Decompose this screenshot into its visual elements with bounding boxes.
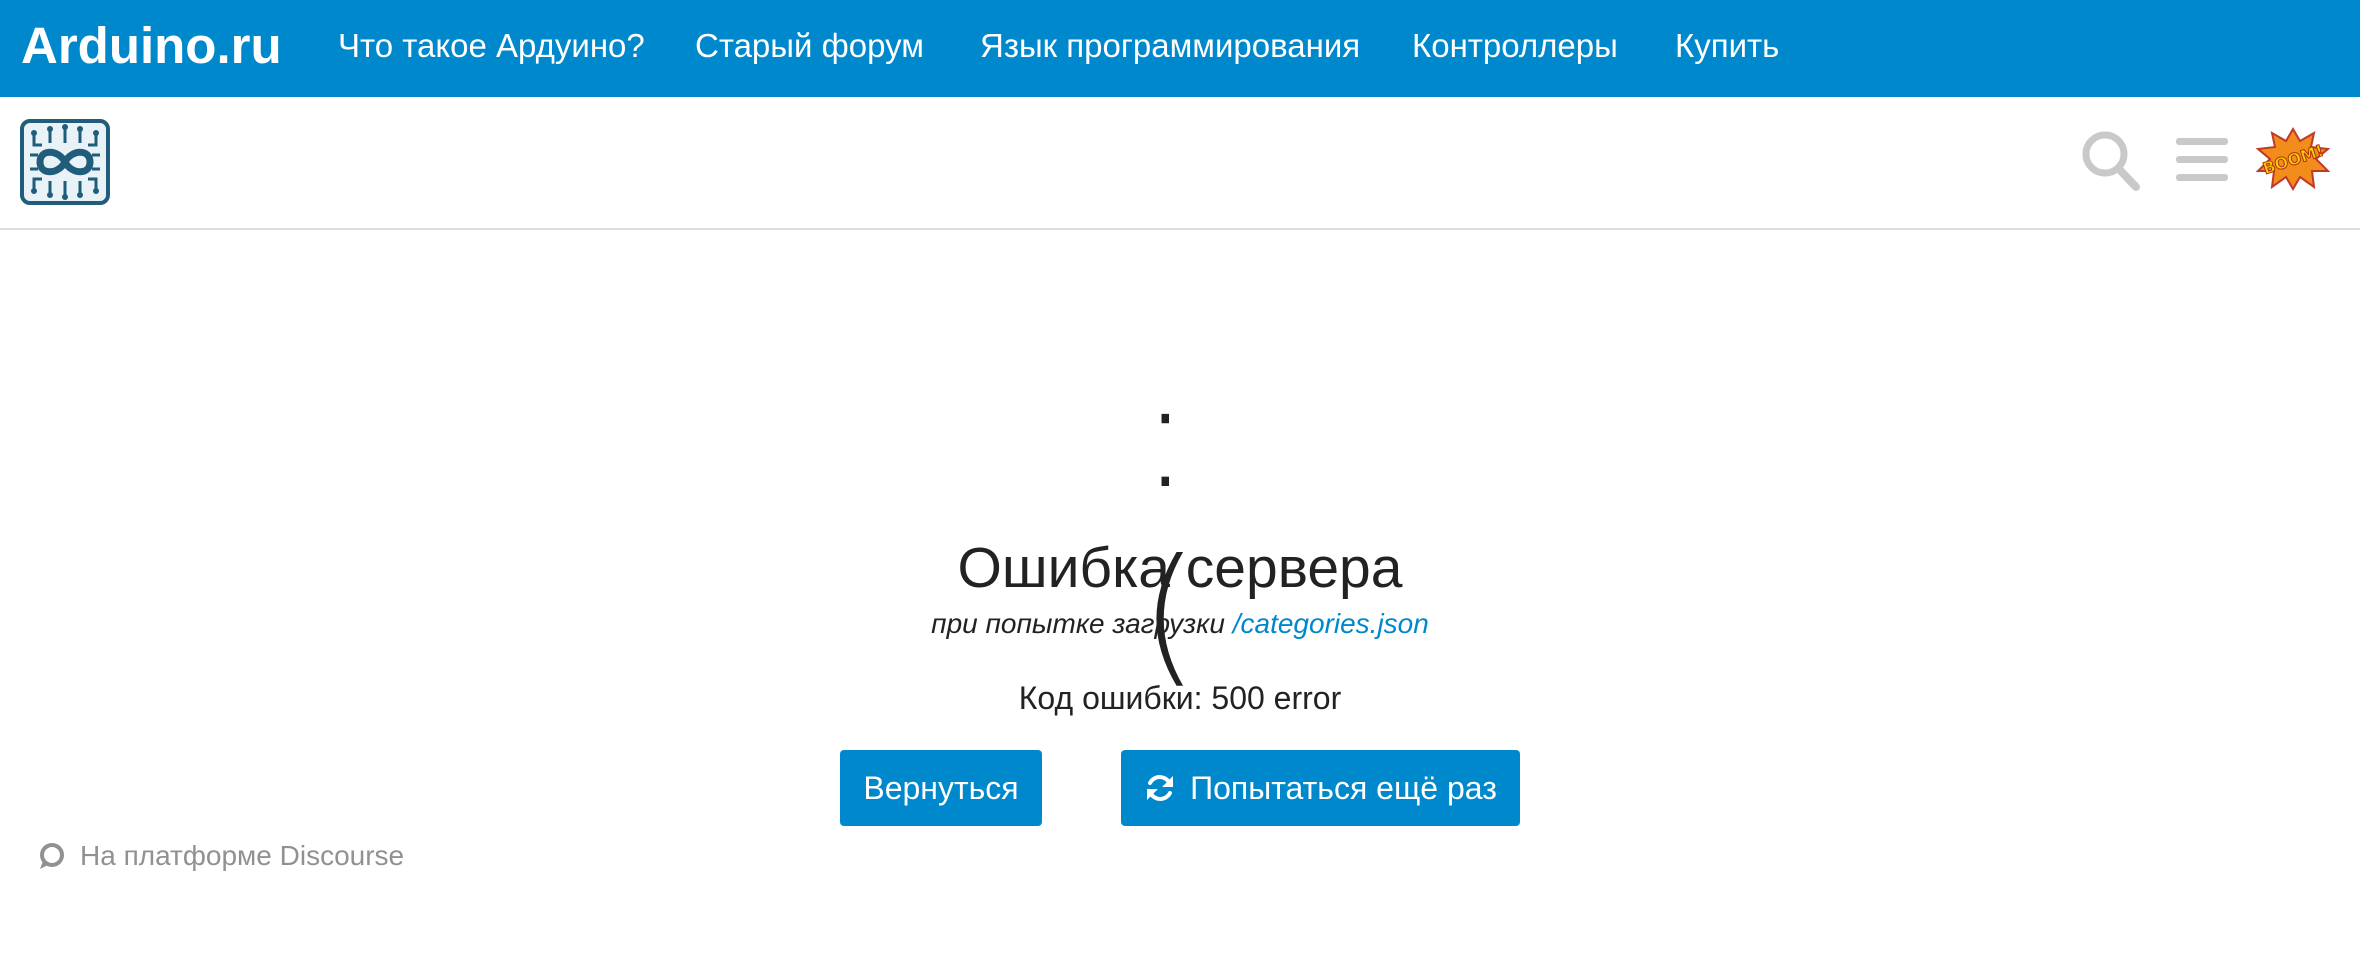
retry-button[interactable]: Попытаться ещё раз	[1121, 750, 1520, 826]
top-navigation-bar: Arduino.ru Что такое Ардуино? Старый фор…	[0, 0, 2360, 97]
powered-by-discourse-link[interactable]: На платформе Discourse	[38, 836, 404, 876]
hamburger-menu-icon[interactable]	[2176, 135, 2228, 185]
logo-icon[interactable]	[20, 119, 110, 205]
error-subtitle-text: при попытке загрузки	[931, 608, 1225, 639]
sad-face: :(	[1140, 348, 1199, 702]
back-button-label: Вернуться	[863, 769, 1019, 806]
search-icon[interactable]	[2080, 129, 2140, 191]
error-code: Код ошибки: 500 error	[1018, 680, 1342, 716]
error-url-link[interactable]: /categories.json	[1233, 608, 1429, 639]
nav-link-programming-language[interactable]: Язык программирования	[980, 24, 1360, 68]
avatar[interactable]: BOOM!	[2256, 127, 2330, 191]
discourse-icon	[40, 843, 64, 869]
nav-link-buy[interactable]: Купить	[1675, 24, 1779, 68]
nav-link-old-forum[interactable]: Старый форум	[695, 24, 924, 68]
brand-link[interactable]: Arduino.ru	[21, 14, 282, 78]
nav-link-controllers[interactable]: Контроллеры	[1412, 24, 1618, 68]
error-title: Ошибка сервера	[957, 536, 1403, 600]
refresh-icon	[1147, 775, 1174, 801]
back-button[interactable]: Вернуться	[840, 750, 1042, 826]
powered-by-text: На платформе Discourse	[80, 840, 405, 871]
error-subtitle: при попытке загрузки /categories.json	[0, 604, 2360, 644]
retry-button-label: Попытаться ещё раз	[1190, 769, 1497, 806]
forum-header: BOOM!	[0, 97, 2360, 230]
nav-link-what-is-arduino[interactable]: Что такое Ардуино?	[338, 24, 645, 68]
